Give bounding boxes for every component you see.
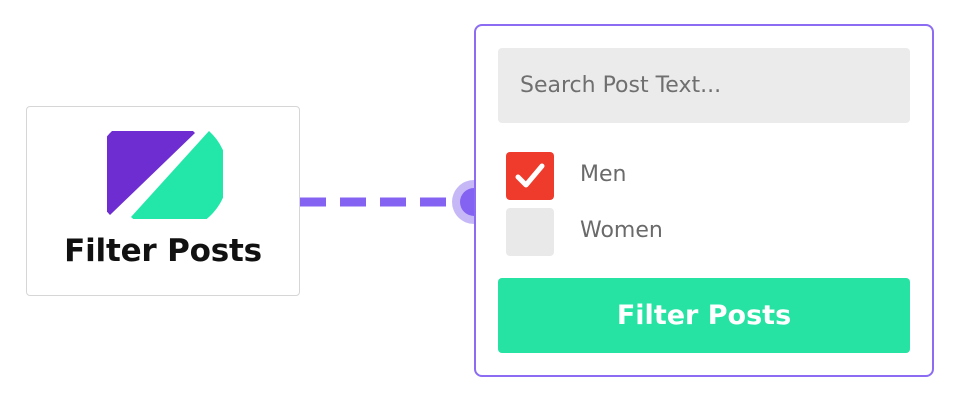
- filter-form-panel: Men Women Filter Posts: [474, 24, 934, 377]
- half-circles-logo-icon: [107, 131, 223, 219]
- women-label: Women: [580, 218, 663, 243]
- canvas: Filter Posts Men Women Filter Posts: [0, 0, 960, 400]
- men-checkbox[interactable]: [506, 152, 554, 200]
- option-women[interactable]: Women: [506, 208, 886, 256]
- women-checkbox[interactable]: [506, 208, 554, 256]
- checkmark-icon: [515, 163, 545, 188]
- filter-posts-button[interactable]: Filter Posts: [498, 278, 910, 353]
- feature-card: Filter Posts: [26, 106, 300, 296]
- option-men[interactable]: Men: [506, 152, 886, 200]
- search-input[interactable]: [498, 48, 910, 123]
- men-label: Men: [580, 162, 627, 187]
- feature-title: Filter Posts: [64, 233, 262, 269]
